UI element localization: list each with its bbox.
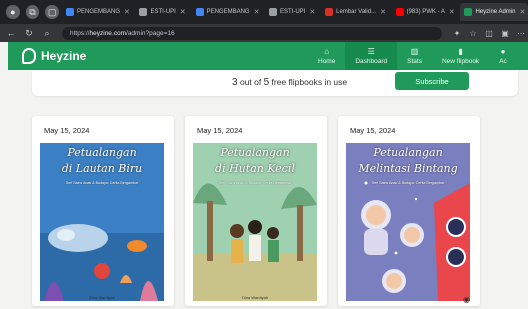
close-tab-icon[interactable]: ✕ xyxy=(449,8,455,16)
flipbook-date: May 15, 2024 xyxy=(350,126,396,135)
flipbook-title-line2: di Hutan Kecil xyxy=(215,162,295,175)
eye-icon[interactable]: ◉ xyxy=(463,295,470,304)
browser-tab-label: Heyzine Admin xyxy=(475,9,516,15)
flipbook-author: Dina Wardiyah xyxy=(241,295,269,300)
flipbook-title-line1: Petualangan xyxy=(220,146,290,159)
quota-text: 3 out of 5 free flipbooks in use xyxy=(232,77,347,88)
flipbook-card[interactable]: May 15, 2024 Petualangan Melintasi Binta… xyxy=(338,116,480,306)
nav-account-label: Ac xyxy=(499,58,507,65)
quota-banner: 3 out of 5 free flipbooks in use Subscri… xyxy=(32,70,518,96)
close-tab-icon[interactable]: ✕ xyxy=(309,8,315,16)
flipbook-subtitle: Seri Sains Anak & Budaya: Cerita Bergamb… xyxy=(218,181,292,185)
tab-actions-icon[interactable]: ▢ xyxy=(45,5,60,19)
flipbook-date: May 15, 2024 xyxy=(44,126,90,135)
close-tab-icon[interactable]: ✕ xyxy=(380,8,386,16)
browser-toolbar: ✦ ☆ ◫ ▣ ⋯ xyxy=(448,26,528,40)
browser-tab[interactable]: Lembar Valid... ✕ xyxy=(321,3,388,21)
nav-dashboard-label: Dashboard xyxy=(355,58,388,65)
tab-favicon-icon xyxy=(195,8,204,16)
nav-dashboard[interactable]: ☰ Dashboard xyxy=(345,42,398,70)
main-nav: ⌂ Home ☰ Dashboard ▥ Stats ▮ New flipboo… xyxy=(308,42,507,70)
flipbook-date: May 15, 2024 xyxy=(197,126,243,135)
flipbook-cover[interactable]: Petualangan Melintasi Bintang Seri Sains… xyxy=(346,143,470,301)
dashboard-icon: ☰ xyxy=(367,47,375,56)
browser-address-bar: ← ↻ ⌕ https://heyzine.com/admin?page=16 … xyxy=(0,24,528,42)
collections-icon[interactable]: ▣ xyxy=(498,26,512,40)
flipbook-cover[interactable]: Petualangan di Hutan Kecil Seri Sains An… xyxy=(193,143,317,301)
back-icon[interactable]: ← xyxy=(4,26,18,40)
home-icon: ⌂ xyxy=(324,47,330,56)
reload-icon[interactable]: ↻ xyxy=(22,26,36,40)
tab-favicon-icon xyxy=(139,8,148,16)
app-header: Heyzine ⌂ Home ☰ Dashboard ▥ Stats ▮ New… xyxy=(8,42,528,70)
browser-tab-label: (983) PWK - A xyxy=(406,9,445,15)
new-flipbook-icon: ▮ xyxy=(458,47,463,56)
search-icon[interactable]: ⌕ xyxy=(40,26,54,40)
close-tab-icon[interactable]: ✕ xyxy=(254,8,260,16)
nav-home[interactable]: ⌂ Home xyxy=(308,42,345,70)
quota-used: 3 xyxy=(232,77,238,88)
workspaces-icon[interactable]: ⧉ xyxy=(25,5,40,19)
nav-stats-label: Stats xyxy=(407,58,422,65)
nav-new-flipbook-label: New flipbook xyxy=(441,58,480,65)
more-icon[interactable]: ⋯ xyxy=(514,26,528,40)
subscribe-button[interactable]: Subscribe xyxy=(395,72,469,90)
account-icon: ● xyxy=(500,47,506,56)
close-tab-icon[interactable]: ✕ xyxy=(519,8,525,16)
browser-tab[interactable]: PENGEMBANG ✕ xyxy=(192,3,262,21)
browser-tab-label: PENGEMBANG xyxy=(77,9,121,15)
heyzine-logo[interactable]: Heyzine xyxy=(22,48,86,64)
browser-tab[interactable]: PENGEMBANG ✕ xyxy=(62,3,132,21)
quota-middle: out of xyxy=(239,77,262,87)
nav-account[interactable]: ● Ac xyxy=(489,42,507,70)
flipbook-subtitle: Seri Sains Anak & Budaya: Cerita Bergamb… xyxy=(65,181,139,185)
url-field[interactable]: https://heyzine.com/admin?page=16 xyxy=(62,26,442,40)
close-tab-icon[interactable]: ✕ xyxy=(180,8,186,16)
tab-favicon-icon xyxy=(325,8,334,16)
browser-tab-label: ESTI-UPI xyxy=(280,9,306,15)
flipbook-title-line2: di Lautan Biru xyxy=(61,162,143,175)
flipbook-title-line2: Melintasi Bintang xyxy=(358,162,458,175)
browser-tab-label: ESTI-UPI xyxy=(150,9,176,15)
favorites-icon[interactable]: ☆ xyxy=(466,26,480,40)
tab-favicon-icon xyxy=(464,8,473,16)
quota-total: 5 xyxy=(263,77,270,88)
split-view-icon[interactable]: ◫ xyxy=(482,26,496,40)
url-path: /admin?page=16 xyxy=(126,29,175,37)
browser-tab[interactable]: ESTI-UPI ✕ xyxy=(135,3,188,21)
flipbook-card[interactable]: May 15, 2024 Petualangan di Hutan Kecil … xyxy=(185,116,327,306)
tab-favicon-icon xyxy=(269,8,278,16)
url-prefix: https:// xyxy=(70,29,90,37)
flipbook-title-line1: Petualangan xyxy=(373,146,443,159)
browser-tab-label: Lembar Valid... xyxy=(336,9,377,15)
logo-text: Heyzine xyxy=(41,49,87,63)
flipbook-author: Dina Wardiyah xyxy=(88,295,116,300)
tab-favicon-icon xyxy=(395,8,404,16)
close-tab-icon[interactable]: ✕ xyxy=(124,8,130,16)
tab-favicon-icon xyxy=(66,8,75,16)
profile-icon[interactable]: ● xyxy=(6,5,20,19)
flipbook-cover[interactable]: Petualangan di Lautan Biru Seri Sains An… xyxy=(40,143,164,301)
flipbook-card[interactable]: May 15, 2024 Petualangan di Lautan Biru … xyxy=(32,116,174,306)
nav-home-label: Home xyxy=(318,58,336,65)
url-host: heyzine.com xyxy=(89,29,127,37)
browser-tab-label: PENGEMBANG xyxy=(206,9,250,15)
flipbook-title-line1: Petualangan xyxy=(67,146,137,159)
nav-stats[interactable]: ▥ Stats xyxy=(397,42,432,70)
quota-suffix: free flipbooks in use xyxy=(271,77,348,87)
browser-tab-strip: ● ⧉ ▢ PENGEMBANG ✕ ESTI-UPI ✕ PENGEMBANG ✕ … xyxy=(0,0,528,24)
browser-tab-active[interactable]: Heyzine Admin ✕ xyxy=(460,3,528,21)
stats-icon: ▥ xyxy=(410,47,419,56)
browser-tab[interactable]: ESTI-UPI ✕ xyxy=(265,3,318,21)
heyzine-logo-icon xyxy=(22,48,36,64)
extensions-icon[interactable]: ✦ xyxy=(450,26,464,40)
browser-tab[interactable]: (983) PWK - A ✕ xyxy=(392,3,458,21)
flipbook-subtitle: Seri Sains Anak & Budaya: Cerita Bergamb… xyxy=(371,181,445,185)
nav-new-flipbook[interactable]: ▮ New flipbook xyxy=(432,42,489,70)
